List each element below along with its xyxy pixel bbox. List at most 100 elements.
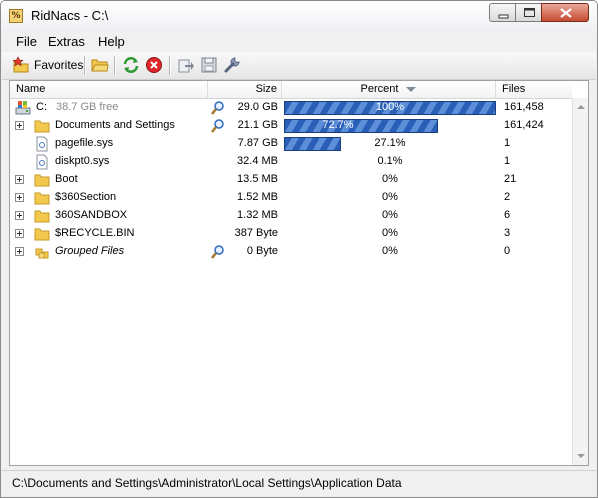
- window-title: RidNacs - C:\: [31, 8, 109, 23]
- folder-icon: [34, 120, 50, 133]
- scroll-down-icon[interactable]: [573, 449, 589, 463]
- percent-bar-label: 100%: [375, 101, 405, 113]
- expand-icon[interactable]: [15, 211, 24, 220]
- menu-file[interactable]: File: [16, 34, 37, 49]
- row-name: $RECYCLE.BIN: [55, 227, 135, 239]
- expand-icon[interactable]: [15, 175, 24, 184]
- row-name: pagefile.sys: [55, 137, 114, 149]
- toolbar-separator: [84, 56, 86, 75]
- app-icon: %: [9, 9, 23, 23]
- row-percent: 27.1%: [374, 137, 406, 149]
- vertical-scrollbar[interactable]: [572, 98, 588, 465]
- column-header: Name Size Percent Files: [10, 81, 572, 99]
- toolbar: Favorites: [2, 52, 596, 80]
- column-size[interactable]: Size: [208, 81, 282, 98]
- row-size: 13.5 MB: [237, 173, 278, 185]
- close-button[interactable]: [541, 3, 589, 22]
- row-files: 3: [504, 227, 511, 239]
- expand-icon[interactable]: [15, 247, 24, 256]
- favorites-label: Favorites: [34, 58, 84, 72]
- percent-bar-label: 72.7%: [322, 119, 354, 131]
- row-name: 360SANDBOX: [55, 209, 128, 221]
- expand-icon[interactable]: [15, 121, 24, 130]
- file-icon: [36, 136, 48, 152]
- stop-icon[interactable]: [145, 56, 163, 74]
- row-name: Grouped Files: [55, 245, 125, 257]
- list-item[interactable]: Boot 13.5 MB 0% 21: [10, 171, 572, 189]
- minimize-button[interactable]: [489, 3, 516, 22]
- column-files-label: Files: [502, 83, 526, 95]
- column-name-label: Name: [16, 83, 46, 95]
- row-files: 161,424: [504, 119, 544, 131]
- row-files: 0: [504, 245, 511, 257]
- status-bar: C:\Documents and Settings\Administrator\…: [2, 470, 596, 497]
- row-files: 1: [504, 137, 511, 149]
- row-files: 6: [504, 209, 511, 221]
- menu-help[interactable]: Help: [98, 34, 125, 49]
- list-item[interactable]: $RECYCLE.BIN 387 Byte 0% 3: [10, 225, 572, 243]
- column-files[interactable]: Files: [496, 81, 574, 98]
- row-size: 7.87 GB: [237, 137, 278, 149]
- export-icon[interactable]: [177, 56, 195, 74]
- row-percent: 0%: [382, 245, 398, 257]
- minimize-icon: [498, 14, 509, 19]
- file-icon: [36, 154, 48, 170]
- row-name: Documents and Settings: [55, 119, 175, 131]
- scroll-up-icon[interactable]: [573, 100, 589, 114]
- row-size: 1.32 MB: [237, 209, 278, 221]
- menu-bar: File Extras Help: [2, 31, 596, 51]
- row-percent: 0%: [382, 173, 398, 185]
- toolbar-separator: [114, 56, 116, 75]
- row-files: 1: [504, 155, 511, 167]
- row-percent: 0%: [382, 191, 398, 203]
- row-files: 161,458: [504, 101, 544, 113]
- maximize-button[interactable]: [515, 3, 542, 22]
- column-name[interactable]: Name: [10, 81, 208, 98]
- expand-icon[interactable]: [15, 229, 24, 238]
- drive-name: C:: [36, 101, 47, 113]
- folder-icon: [34, 192, 50, 205]
- drive-free-space: 38.7 GB free: [56, 101, 119, 113]
- list-item[interactable]: Documents and Settings 21.1 GB 72.7% 161…: [10, 117, 572, 135]
- favorites-star-folder-icon: [12, 56, 29, 73]
- expand-icon[interactable]: [15, 193, 24, 202]
- row-name: Boot: [55, 173, 78, 185]
- drive-icon: [15, 101, 31, 115]
- drive-row[interactable]: C: 38.7 GB free 29.0 GB 100% 161,458: [10, 99, 572, 117]
- folder-icon: [34, 174, 50, 187]
- menu-extras[interactable]: Extras: [48, 34, 85, 49]
- status-path: C:\Documents and Settings\Administrator\…: [12, 476, 402, 490]
- folder-icon: [34, 228, 50, 241]
- row-files: 21: [504, 173, 517, 185]
- row-size: 387 Byte: [234, 227, 278, 239]
- close-icon: [560, 8, 572, 18]
- row-size: 32.4 MB: [237, 155, 278, 167]
- row-percent: 0.1%: [377, 155, 403, 167]
- row-size: 29.0 GB: [237, 101, 278, 113]
- column-size-label: Size: [255, 83, 277, 95]
- column-percent[interactable]: Percent: [282, 81, 496, 98]
- row-size: 1.52 MB: [237, 191, 278, 203]
- column-percent-label: Percent: [360, 83, 399, 95]
- list-item[interactable]: diskpt0.sys 32.4 MB 0.1% 1: [10, 153, 572, 171]
- grouped-files-icon: [35, 248, 49, 259]
- save-icon[interactable]: [200, 56, 218, 74]
- list-item[interactable]: pagefile.sys 7.87 GB 27.1% 1: [10, 135, 572, 153]
- app-window: % RidNacs - C:\ File Extras Help Favorit…: [0, 0, 598, 498]
- list-item[interactable]: 360SANDBOX 1.32 MB 0% 6: [10, 207, 572, 225]
- row-name: diskpt0.sys: [55, 155, 110, 167]
- file-list[interactable]: Name Size Percent Files C: 38.7 GB free …: [9, 80, 589, 466]
- maximize-icon: [524, 8, 535, 17]
- row-percent: 0%: [382, 227, 398, 239]
- settings-wrench-icon[interactable]: [223, 56, 241, 74]
- refresh-icon[interactable]: [122, 56, 140, 74]
- title-bar[interactable]: % RidNacs - C:\: [1, 1, 597, 31]
- row-name: $360Section: [55, 191, 117, 203]
- row-size: 0 Byte: [246, 245, 278, 257]
- sort-descending-icon: [406, 86, 417, 92]
- list-item[interactable]: $360Section 1.52 MB 0% 2: [10, 189, 572, 207]
- open-folder-icon[interactable]: [91, 56, 109, 74]
- folder-icon: [34, 210, 50, 223]
- row-percent: 0%: [382, 209, 398, 221]
- list-item[interactable]: Grouped Files 0 Byte 0% 0: [10, 243, 572, 261]
